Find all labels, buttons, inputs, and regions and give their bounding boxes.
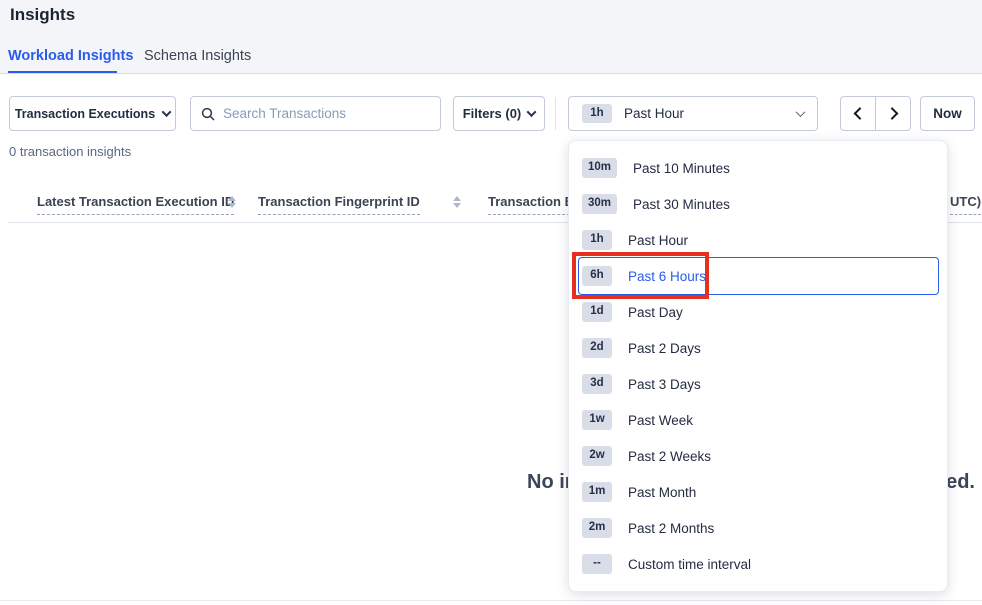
time-interval-label: Past Hour (624, 106, 785, 121)
page-bottom-divider (0, 600, 982, 601)
filters-label: Filters (0) (463, 106, 522, 121)
dropdown-item-past-2-days[interactable]: 2d Past 2 Days (579, 330, 938, 366)
sort-icon (453, 196, 461, 208)
time-prev-button[interactable] (840, 96, 876, 131)
dropdown-item-past-hour[interactable]: 1h Past Hour (579, 222, 938, 258)
dropdown-item-past-month[interactable]: 1m Past Month (579, 474, 938, 510)
dropdown-item-past-day[interactable]: 1d Past Day (579, 294, 938, 330)
now-button[interactable]: Now (920, 96, 975, 131)
column-header-utc-fragment[interactable]: UTC) (950, 194, 981, 215)
sort-icon (228, 196, 236, 208)
column-header-transaction-fingerprint-id[interactable]: Transaction Fingerprint ID (258, 194, 420, 215)
dropdown-item-past-2-months[interactable]: 2m Past 2 Months (579, 510, 938, 546)
chevron-down-icon (527, 107, 537, 117)
insights-count: 0 transaction insights (9, 144, 131, 159)
tab-workload-insights[interactable]: Workload Insights (8, 48, 133, 64)
column-header-transaction-execution[interactable]: Transaction Ex (488, 194, 580, 215)
dropdown-item-past-30-minutes[interactable]: 30m Past 30 Minutes (579, 186, 938, 222)
toolbar-divider (555, 97, 556, 130)
active-tab-underline (8, 71, 117, 73)
chevron-left-icon (853, 107, 866, 120)
chevron-down-icon (162, 107, 172, 117)
filters-button[interactable]: Filters (0) (453, 96, 545, 131)
dropdown-item-custom-time-interval[interactable]: -- Custom time interval (579, 546, 938, 582)
search-input[interactable] (223, 106, 430, 121)
transaction-type-select[interactable]: Transaction Executions (9, 96, 176, 131)
chevron-down-icon (796, 107, 806, 117)
page-title: Insights (10, 5, 75, 25)
dropdown-item-past-3-days[interactable]: 3d Past 3 Days (579, 366, 938, 402)
insights-page: Insights Workload Insights Schema Insigh… (0, 0, 982, 605)
column-header-latest-transaction-execution-id[interactable]: Latest Transaction Execution ID (37, 194, 234, 215)
dropdown-item-past-6-hours[interactable]: 6h Past 6 Hours (579, 258, 938, 294)
time-next-button[interactable] (875, 96, 911, 131)
time-interval-select[interactable]: 1h Past Hour (568, 96, 818, 131)
dropdown-item-past-10-minutes[interactable]: 10m Past 10 Minutes (579, 150, 938, 186)
page-header: Insights Workload Insights Schema Insigh… (0, 0, 982, 74)
tab-schema-insights[interactable]: Schema Insights (144, 48, 251, 64)
time-interval-dropdown: 10m Past 10 Minutes 30m Past 30 Minutes … (568, 140, 948, 592)
chevron-right-icon (885, 107, 898, 120)
search-icon (201, 107, 215, 121)
search-box (190, 96, 441, 131)
transaction-type-label: Transaction Executions (15, 107, 155, 121)
now-label: Now (933, 106, 962, 121)
dropdown-item-past-2-weeks[interactable]: 2w Past 2 Weeks (579, 438, 938, 474)
dropdown-item-past-week[interactable]: 1w Past Week (579, 402, 938, 438)
time-interval-badge: 1h (582, 104, 612, 124)
